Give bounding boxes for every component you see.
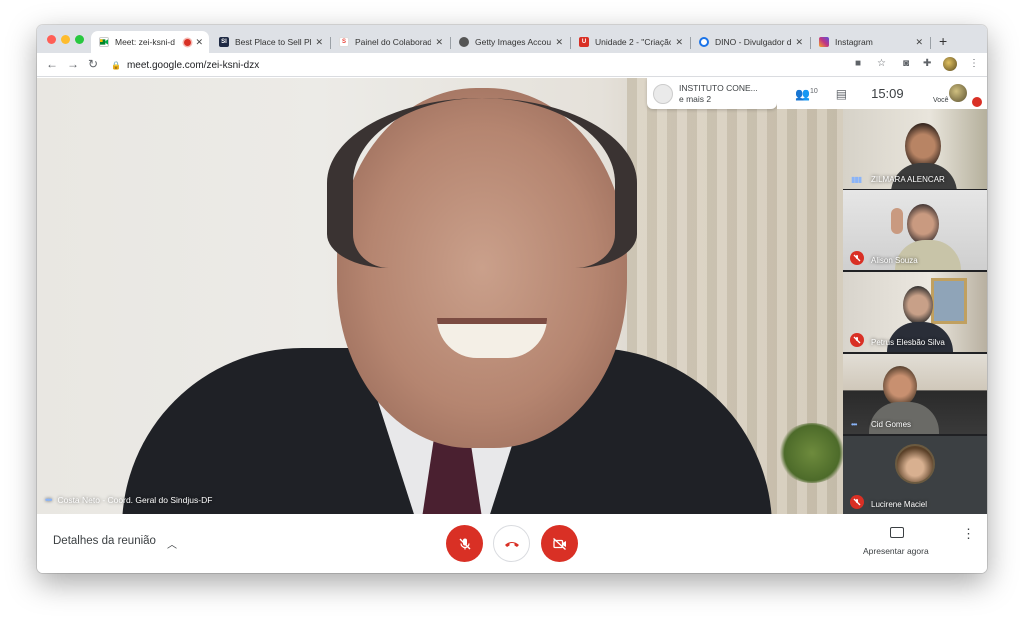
present-screen-icon[interactable]	[890, 527, 904, 538]
participant-name: Lucirene Maciel	[871, 500, 928, 509]
tab-title: Instagram	[835, 37, 873, 47]
camera-off-icon	[552, 537, 566, 550]
more-options-icon[interactable]: ⋮	[962, 527, 975, 540]
forward-icon[interactable]: →	[67, 57, 79, 71]
meet-area: ••• Costa Neto - Coord. Geral do Sindjus…	[37, 78, 987, 514]
tab-title: Painel do Colaborad	[355, 37, 432, 47]
close-window-button[interactable]	[47, 35, 56, 44]
self-video-thumbnail[interactable]	[949, 84, 967, 102]
muted-mic-icon	[850, 251, 864, 265]
meet-controls-bar: Detalhes da reunião ︿ Apresentar agora ⋮	[37, 514, 987, 573]
meeting-clock: 15:09	[871, 86, 904, 101]
bookmark-star-icon[interactable]: ☆	[877, 58, 886, 69]
dino-icon	[699, 37, 709, 47]
recording-icon	[184, 38, 192, 46]
mic-off-icon	[459, 538, 470, 549]
participant-name: ZILMARA ALENCAR	[871, 175, 945, 184]
close-tab-button[interactable]: ✕	[675, 37, 683, 48]
camera-toggle-button[interactable]	[541, 525, 578, 562]
close-tab-button[interactable]: ✕	[555, 37, 563, 48]
speaking-indicator-icon: •••	[851, 420, 857, 429]
close-tab-button[interactable]: ✕	[315, 37, 323, 48]
profile-avatar[interactable]	[943, 57, 957, 71]
tab-meet[interactable]: Meet: zei-ksni-d ✕	[91, 31, 209, 53]
meeting-details-button[interactable]: Detalhes da reunião	[53, 535, 156, 547]
self-muted-icon	[972, 97, 982, 107]
address-bar[interactable]: 🔒 meet.google.com/zei-ksni-dzx	[111, 55, 831, 75]
close-tab-button[interactable]: ✕	[435, 37, 443, 48]
people-count: 10	[809, 87, 818, 95]
browser-window: Meet: zei-ksni-d ✕ SI Best Place to Sell…	[37, 25, 987, 573]
participant-name: Petrus Elesbão Silva	[871, 338, 945, 347]
people-button[interactable]: 👥10	[795, 87, 818, 101]
close-tab-button[interactable]: ✕	[795, 37, 803, 48]
unidade-icon: U	[579, 37, 589, 47]
tab-title: Meet: zei-ksni-d	[115, 37, 175, 47]
main-video: ••• Costa Neto - Coord. Geral do Sindjus…	[37, 78, 843, 514]
tab-title: Unidade 2 - "Criação	[595, 37, 672, 47]
stockphoto-icon: SI	[219, 37, 229, 47]
people-icon: 👥	[795, 86, 810, 101]
speaking-indicator-icon: •••	[45, 495, 53, 505]
camera-indicator-icon[interactable]: ■	[855, 58, 861, 69]
tab-unidade[interactable]: U Unidade 2 - "Criação ✕	[571, 31, 689, 53]
tab-painel[interactable]: S Painel do Colaborad ✕	[331, 31, 449, 53]
main-speaker-name: Costa Neto - Coord. Geral do Sindjus-DF	[57, 495, 213, 505]
tab-title: Getty Images Accou	[475, 37, 552, 47]
participant-tile[interactable]: ▮▮▮ ZILMARA ALENCAR	[843, 109, 987, 189]
browser-toolbar: ← → ↻ 🔒 meet.google.com/zei-ksni-dzx ■ ☆…	[37, 53, 987, 77]
tab-dino[interactable]: DINO - Divulgador d ✕	[691, 31, 809, 53]
tab-strip: Meet: zei-ksni-d ✕ SI Best Place to Sell…	[37, 25, 987, 53]
chevron-up-icon[interactable]: ︿	[167, 536, 177, 551]
tab-title: Best Place to Sell Ph	[235, 37, 312, 47]
participant-tile[interactable]: Petrus Elesbão Silva	[843, 272, 987, 352]
speaking-indicator-icon: ▮▮▮	[851, 175, 862, 184]
maximize-window-button[interactable]	[75, 35, 84, 44]
browser-menu-icon[interactable]: ⋮	[969, 58, 979, 69]
screenshot-icon[interactable]: ◙	[903, 58, 909, 69]
muted-mic-icon	[850, 495, 864, 509]
leave-call-button[interactable]	[493, 525, 530, 562]
participant-face	[907, 204, 939, 244]
close-tab-button[interactable]: ✕	[195, 37, 203, 48]
tab-instagram[interactable]: Instagram ✕	[811, 31, 929, 53]
microphone-toggle-button[interactable]	[446, 525, 483, 562]
new-tab-button[interactable]: +	[939, 33, 947, 49]
org-logo	[653, 83, 673, 104]
extensions-icon[interactable]: ✚	[923, 58, 931, 69]
main-speaker-label: ••• Costa Neto - Coord. Geral do Sindjus…	[45, 495, 212, 505]
tab-getty[interactable]: Getty Images Accou ✕	[451, 31, 569, 53]
participant-tile[interactable]: Alison Souza	[843, 190, 987, 270]
painel-icon: S	[339, 37, 349, 47]
url-text: meet.google.com/zei-ksni-dzx	[126, 59, 260, 71]
present-now-button[interactable]: Apresentar agora	[863, 546, 929, 556]
tab-best-place[interactable]: SI Best Place to Sell Ph ✕	[211, 31, 329, 53]
chat-icon[interactable]: ▤	[836, 87, 847, 101]
participant-name: Alison Souza	[871, 256, 918, 265]
minimize-window-button[interactable]	[61, 35, 70, 44]
org-more: e mais 2	[679, 93, 712, 104]
lock-icon: 🔒	[111, 60, 121, 70]
background-plant	[777, 423, 843, 483]
participant-face	[903, 286, 933, 324]
hang-up-icon	[504, 541, 519, 547]
participant-tile[interactable]: ••• Cid Gomes	[843, 354, 987, 434]
participant-avatar	[895, 444, 935, 484]
muted-mic-icon	[850, 333, 864, 347]
google-meet-icon	[99, 37, 109, 47]
close-tab-button[interactable]: ✕	[915, 37, 923, 48]
meeting-info-chip[interactable]: INSTITUTO CONE... e mais 2	[647, 78, 777, 109]
tab-title: DINO - Divulgador d	[715, 37, 792, 47]
speaker-hair	[327, 98, 637, 268]
instagram-icon	[819, 37, 829, 47]
self-label: Você	[933, 97, 949, 104]
participant-name: Cid Gomes	[871, 420, 912, 429]
org-name: INSTITUTO CONE...	[679, 82, 758, 93]
participant-tiles: ▮▮▮ ZILMARA ALENCAR Alison Souza Petrus …	[843, 109, 987, 514]
reload-icon[interactable]: ↻	[88, 57, 98, 71]
back-icon[interactable]: ←	[46, 57, 58, 71]
participant-face	[883, 366, 917, 406]
getty-icon	[459, 37, 469, 47]
participant-tile[interactable]: Lucirene Maciel	[843, 436, 987, 514]
